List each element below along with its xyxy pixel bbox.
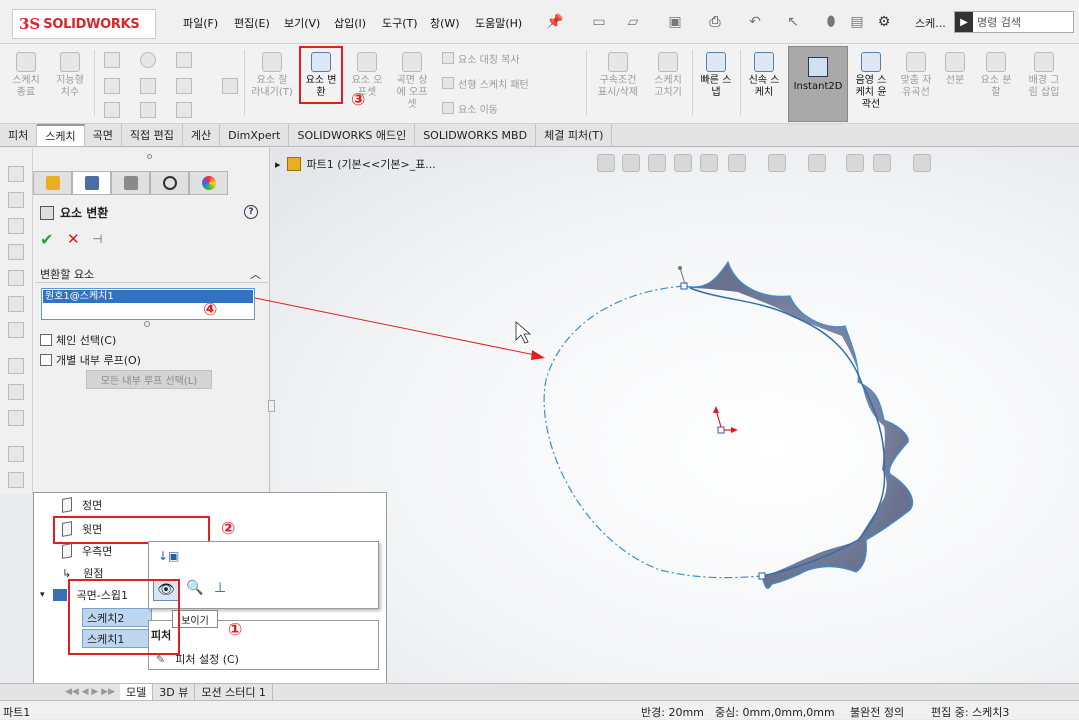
highlight-box-1 (68, 579, 180, 655)
origin-small-icon: ↳ (62, 566, 72, 580)
arc-endpoint[interactable] (758, 572, 766, 580)
surface-sweep-icon (52, 589, 67, 601)
status-editing: 편집 중: 스케치3 (931, 706, 1010, 719)
status-bar: 파트1 반경: 20mm 중심: 0mm,0mm,0mm 불완전 정의 편집 중… (0, 700, 1079, 719)
tree-item-right-plane[interactable]: 우측면 (62, 543, 112, 559)
tab-3d-views[interactable]: 3D 뷰 (153, 684, 196, 700)
tab-model[interactable]: 모델 (120, 684, 154, 700)
tab-scroll-arrows[interactable]: ◀◀ ◀ ▶ ▶▶ (60, 684, 120, 700)
status-radius: 반경: 20mm (641, 706, 704, 719)
status-center: 중심: 0mm,0mm,0mm (715, 706, 835, 719)
sketch-arc[interactable] (543, 285, 763, 579)
annotation-2: ② (221, 519, 236, 539)
collapse-arrow-icon: ▾ (40, 590, 45, 600)
annotation-1: ① (228, 620, 243, 640)
sketch-plane-icon[interactable]: ⊥ (214, 580, 226, 596)
origin-icon (713, 406, 738, 434)
plane-icon (62, 543, 72, 559)
model-tabs: ◀◀ ◀ ▶ ▶▶ 모델 3D 뷰 모션 스터디 1 (0, 683, 1079, 700)
zoom-to-selection-icon[interactable]: 🔍 (186, 580, 203, 596)
normal-to-small-icon[interactable]: ↓▣ (158, 549, 179, 563)
status-definition: 불완전 정의 (850, 706, 905, 719)
highlight-box-2 (53, 516, 210, 544)
status-part: 파트1 (3, 706, 31, 719)
callout-arrow (254, 297, 541, 357)
tree-item-front-plane[interactable]: 정면 (62, 497, 102, 513)
tab-motion-study[interactable]: 모션 스터디 1 (195, 684, 273, 700)
plane-icon (62, 497, 72, 513)
arc-endpoint[interactable] (680, 282, 688, 290)
sweep-surface[interactable] (683, 260, 914, 589)
context-toolbar (148, 541, 379, 609)
mouse-cursor-icon (515, 321, 532, 344)
